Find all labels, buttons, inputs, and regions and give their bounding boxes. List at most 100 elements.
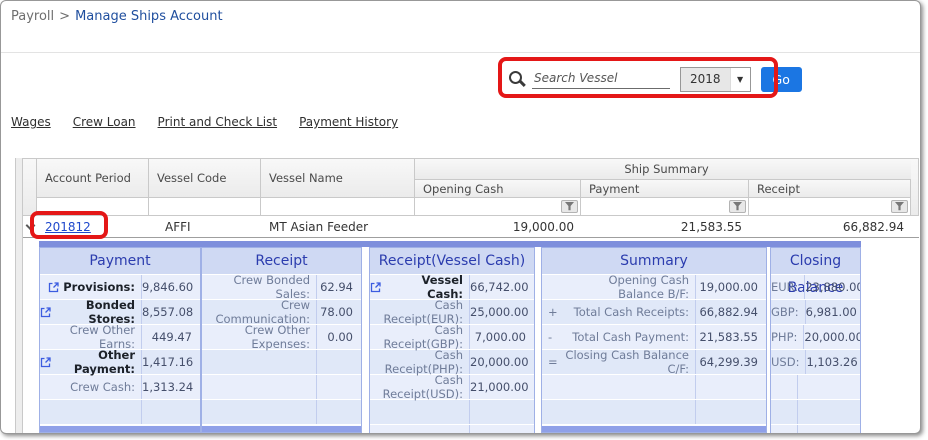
cell-vessel-code: AFFI: [149, 216, 261, 238]
nav-link-payment-history[interactable]: Payment History: [299, 115, 398, 129]
table-row: Crew Cash: 1,313.24: [40, 375, 200, 400]
receipt-vessel-cash-title: Receipt(Vessel Cash): [370, 248, 534, 275]
bonded-stores-link[interactable]: Bonded Stores:: [40, 300, 142, 324]
detail-value: 23,880.00: [805, 280, 860, 294]
receipt-panel: Receipt Crew Bonded Sales: 62.94 Crew Co…: [201, 247, 362, 433]
empty-row: [202, 375, 361, 400]
detail-label: Crew Other Earns:: [40, 325, 142, 349]
breadcrumb: Payroll > Manage Ships Account: [11, 9, 223, 24]
empty-row: [40, 400, 200, 425]
spacer-column: [911, 159, 919, 216]
payment-panel-scrollbar[interactable]: [40, 425, 200, 432]
receipt-panel-title: Receipt: [202, 248, 361, 275]
empty-row: [542, 375, 766, 400]
column-header-payment[interactable]: Payment: [581, 180, 749, 198]
table-row: USD: 1,103.26: [771, 350, 860, 375]
expander-column-header: [23, 159, 37, 216]
cell-opening-cash: 19,000.00: [415, 216, 581, 238]
external-link-icon: [40, 357, 51, 368]
detail-label: Crew Cash:: [40, 375, 142, 399]
detail-label: Crew Communication:: [202, 300, 317, 324]
filter-cell-receipt[interactable]: [749, 198, 911, 216]
year-dropdown[interactable]: 2018 ▼: [680, 67, 751, 92]
chevron-down-icon[interactable]: [25, 220, 35, 230]
filter-cell-vessel-code[interactable]: [149, 198, 261, 216]
column-header-account-period[interactable]: Account Period: [37, 159, 149, 198]
closing-balance-scrollbar[interactable]: [771, 433, 860, 434]
filter-cell-opening-cash[interactable]: [415, 198, 581, 216]
column-header-vessel-name[interactable]: Vessel Name: [261, 159, 415, 198]
detail-value: 6,981.00: [806, 305, 860, 319]
table-row: - Total Cash Payment: 21,583.55: [542, 325, 766, 350]
detail-label: Closing Cash Balance C/F:: [560, 350, 696, 374]
empty-row: [202, 400, 361, 425]
cell-receipt: 66,882.94: [749, 216, 911, 238]
filter-cell-account-period[interactable]: [37, 198, 149, 216]
row-expander-cell[interactable]: [23, 216, 37, 238]
account-period-link[interactable]: 201812: [45, 220, 91, 234]
detail-label: GBP:: [771, 300, 806, 324]
nav-link-crew-loan[interactable]: Crew Loan: [73, 115, 136, 129]
detail-value: 21,000.00: [470, 380, 534, 394]
filter-icon: [895, 202, 904, 211]
column-header-receipt[interactable]: Receipt: [749, 180, 911, 198]
filter-button-payment[interactable]: [729, 200, 746, 213]
external-link-icon: [370, 282, 381, 293]
detail-value: 64,299.39: [696, 355, 766, 369]
table-row: Bonded Stores: 8,557.08: [40, 300, 200, 325]
nav-link-print-and-check-list[interactable]: Print and Check List: [158, 115, 278, 129]
receipt-vessel-cash-scrollbar[interactable]: [370, 433, 534, 434]
empty-row: [771, 425, 860, 433]
detail-value: 78.00: [317, 305, 361, 319]
table-row: GBP: 6,981.00: [771, 300, 860, 325]
detail-value: 25,000.00: [470, 305, 534, 319]
breadcrumb-separator: >: [59, 9, 70, 24]
detail-label: Total Cash Payment:: [560, 325, 696, 349]
summary-operator: +: [542, 305, 560, 319]
search-icon: [509, 71, 522, 84]
empty-row: [542, 400, 766, 425]
filter-cell-vessel-name[interactable]: [261, 198, 415, 216]
detail-label: USD:: [771, 350, 806, 374]
payment-panel: Payment Provisions: 9,846.60 Bonded Stor…: [39, 247, 201, 433]
chevron-down-icon[interactable]: ▼: [730, 68, 750, 91]
breadcrumb-section[interactable]: Payroll: [11, 9, 54, 24]
vessel-cash-link[interactable]: Vessel Cash:: [370, 275, 470, 299]
filter-button-opening-cash[interactable]: [561, 200, 578, 213]
table-row: Crew Other Earns: 449.47: [40, 325, 200, 350]
table-row: = Closing Cash Balance C/F: 64,299.39: [542, 350, 766, 375]
closing-balance-panel: Closing Balance EUR: 23,880.00 GBP: 6,98…: [770, 247, 861, 434]
summary-panel-title: Summary: [542, 248, 766, 275]
filter-button-receipt[interactable]: [891, 200, 908, 213]
summary-operator: -: [542, 330, 560, 344]
detail-value: 19,000.00: [696, 280, 766, 294]
detail-value: 20,000.00: [470, 355, 534, 369]
go-button[interactable]: Go: [761, 67, 802, 92]
receipt-panel-scrollbar[interactable]: [202, 425, 361, 432]
detail-label: PHP:: [771, 325, 804, 349]
column-header-vessel-code[interactable]: Vessel Code: [149, 159, 261, 198]
filter-cell-payment[interactable]: [581, 198, 749, 216]
detail-value: 66,742.00: [470, 280, 534, 294]
detail-label: Cash Receipt(PHP):: [370, 350, 470, 374]
column-header-opening-cash[interactable]: Opening Cash: [415, 180, 581, 198]
empty-row: [202, 350, 361, 375]
other-payment-link[interactable]: Other Payment:: [40, 350, 142, 374]
ship-account-detail: Payment Provisions: 9,846.60 Bonded Stor…: [39, 241, 861, 434]
nav-link-wages[interactable]: Wages: [11, 115, 51, 129]
summary-panel-scrollbar[interactable]: [542, 425, 766, 432]
detail-value: 62.94: [317, 280, 361, 294]
filter-icon: [733, 202, 742, 211]
breadcrumb-page-title: Manage Ships Account: [75, 9, 223, 24]
cell-vessel-name: MT Asian Feeder: [261, 216, 415, 238]
column-group-header-ship-summary: Ship Summary: [415, 159, 919, 180]
table-row: Cash Receipt(EUR): 25,000.00: [370, 300, 534, 325]
detail-label: Total Cash Receipts:: [560, 300, 696, 324]
table-row: Cash Receipt(USD): 21,000.00: [370, 375, 534, 400]
nav-links: Wages Crew Loan Print and Check List Pay…: [11, 115, 398, 129]
grid-gutter: [15, 158, 23, 434]
search-vessel-input[interactable]: [532, 69, 670, 89]
detail-label: EUR:: [771, 275, 805, 299]
detail-label: Cash Receipt(USD):: [370, 375, 470, 399]
provisions-link[interactable]: Provisions:: [40, 275, 142, 299]
